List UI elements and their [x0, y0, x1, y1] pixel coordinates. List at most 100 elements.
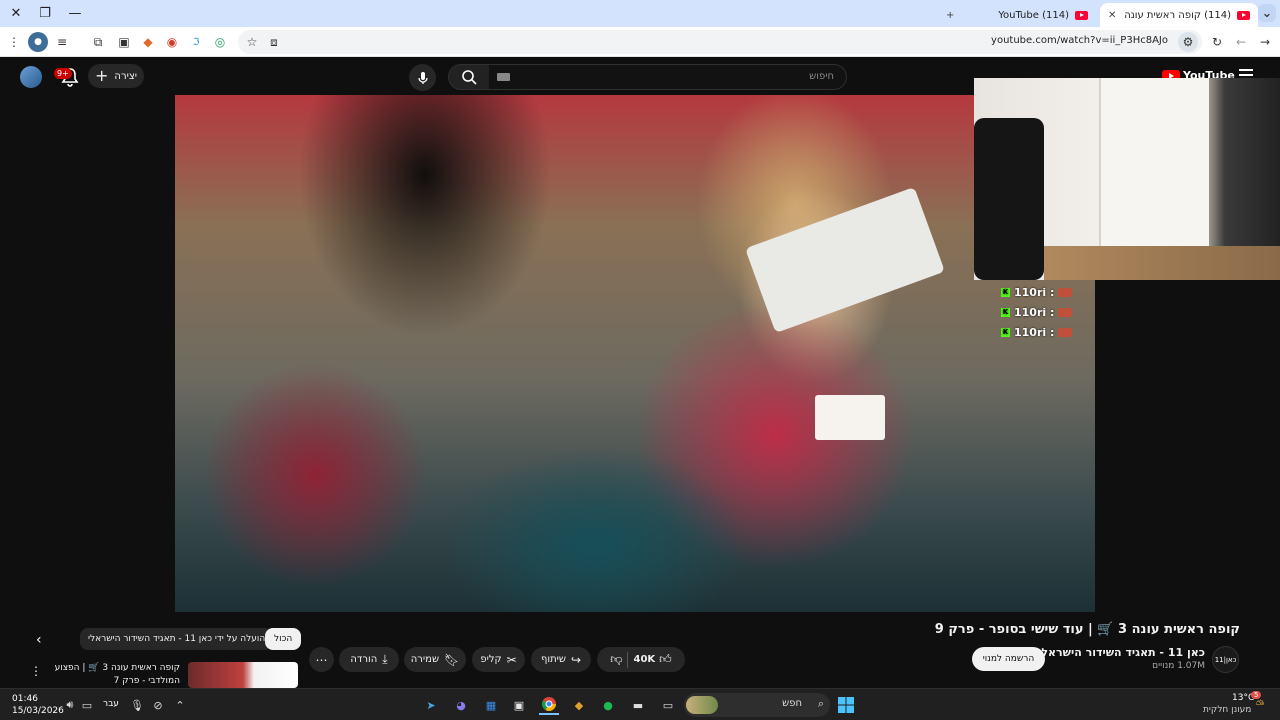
download-button[interactable]: ⤓ הורדה — [339, 647, 399, 672]
taskbar-apps-icon[interactable]: ▦ — [481, 695, 501, 715]
taskbar-chrome-icon[interactable] — [539, 695, 559, 715]
extension-blue-icon[interactable]: ℑ — [186, 32, 206, 52]
tab-title: (114) YouTube — [998, 9, 1069, 21]
windows-taskbar: 01:46 15/03/2026 🔊︎ ▭ עבר 🎙︎ ⊘ ⌃ ➤ ◕ ▦ ▣… — [0, 688, 1280, 720]
share-label: שיתוף — [540, 654, 566, 665]
like-count: 40K — [633, 654, 656, 665]
taskbar-telegram-icon[interactable]: ➤ — [421, 695, 441, 715]
close-tab-icon[interactable]: ✕ — [1108, 10, 1116, 21]
chat-line: K 110ri : — [1001, 286, 1073, 299]
back-icon[interactable]: → — [1255, 32, 1275, 52]
clock-time[interactable]: 01:46 — [12, 694, 38, 704]
like-button[interactable]: 👍︎ 40K — [633, 652, 671, 667]
webcam-overlay — [974, 78, 1280, 280]
related-video-thumbnail[interactable] — [188, 662, 298, 688]
download-icon: ⤓ — [382, 652, 388, 666]
tab-search-icon[interactable]: ⌄ — [1258, 4, 1276, 22]
site-settings-icon[interactable]: ⚙ — [1178, 32, 1198, 52]
reading-list-icon[interactable]: ≡ — [52, 32, 72, 52]
chip-all[interactable]: הכול — [265, 628, 302, 650]
bookmark-star-icon[interactable]: ☆ — [242, 32, 262, 52]
browser-tab-strip: ✕ ❐ — (114) קופה ראשית עונה 3 🛒 | עוד שי… — [0, 0, 1280, 27]
channel-avatar[interactable]: כאן|11 — [1212, 646, 1239, 673]
emote-icon — [1058, 328, 1073, 337]
search-icon: ⌕ — [817, 697, 824, 710]
kick-icon: K — [1001, 288, 1010, 297]
like-dislike-group: 👍︎ 40K 👎︎ — [597, 647, 685, 672]
subscribe-button[interactable]: הרשמה למנוי — [972, 647, 1045, 671]
browser-menu-icon[interactable]: ⋮ — [4, 32, 24, 52]
input-language[interactable]: עבר — [103, 699, 119, 709]
taskbar-app2-icon[interactable]: ◆ — [569, 695, 589, 715]
taskbar-discord-icon[interactable]: ◕ — [451, 695, 471, 715]
extensions-icon[interactable]: ⧉ — [88, 32, 108, 52]
weather-description[interactable]: מעונן חלקית — [1203, 705, 1251, 715]
start-button[interactable] — [836, 695, 856, 715]
chat-line: K 110ri : — [1001, 306, 1073, 319]
close-window-icon[interactable]: ✕ — [4, 3, 28, 23]
account-avatar[interactable] — [20, 66, 42, 88]
windows-logo-icon — [838, 697, 854, 713]
reload-icon[interactable]: ↻ — [1207, 32, 1227, 52]
search-input[interactable]: חיפוש — [489, 64, 847, 90]
share-button[interactable]: ↪ שיתוף — [531, 647, 591, 672]
webcam-floor — [1044, 246, 1280, 280]
dislike-button[interactable]: 👎︎ — [610, 652, 622, 667]
emote-icon — [1058, 308, 1073, 317]
url-text: youtube.com/watch?v=ii_P3Hc8AJo — [991, 35, 1168, 46]
profile-icon[interactable]: ● — [28, 32, 48, 52]
youtube-favicon-icon — [1075, 10, 1088, 20]
extension-green-icon[interactable]: ◎ — [210, 32, 230, 52]
display-icon[interactable]: ▭ — [77, 695, 97, 715]
webcam-chair — [974, 118, 1044, 280]
search-button[interactable] — [448, 64, 490, 90]
tray-overflow-icon[interactable]: ⌃ — [170, 695, 190, 715]
network-off-icon[interactable]: ⊘ — [148, 695, 168, 715]
more-actions-icon[interactable]: ⋯ — [309, 647, 334, 672]
plus-icon: + — [95, 66, 109, 85]
new-tab-button[interactable]: + — [946, 10, 954, 21]
minimize-window-icon[interactable]: — — [63, 3, 87, 23]
download-label: הורדה — [350, 654, 378, 665]
taskbar-terminal-icon[interactable]: ▬ — [628, 695, 648, 715]
extension-red-icon[interactable]: ◉ — [162, 32, 182, 52]
chip-uploaded-by[interactable]: הועלה על ידי כאן 11 - תאגיד השידור הישרא… — [80, 628, 274, 650]
taskbar-spotify-icon[interactable]: ● — [598, 695, 618, 715]
extension-screen-icon[interactable]: ▣ — [114, 32, 134, 52]
video-player[interactable] — [175, 95, 1095, 612]
microphone-tray-icon[interactable]: 🎙︎ — [127, 695, 147, 715]
keyboard-icon[interactable] — [497, 73, 510, 81]
search-placeholder: חיפוש — [809, 71, 834, 82]
clip-button[interactable]: ✂ קליפ — [472, 647, 525, 672]
clock-date[interactable]: 15/03/2026 — [12, 706, 64, 716]
create-label: יצירה — [114, 70, 137, 82]
chips-prev-icon[interactable]: ‹ — [36, 632, 56, 652]
taskbar-search[interactable]: חפש ⌕ — [684, 693, 830, 717]
tab-youtube-home[interactable]: (114) YouTube + — [938, 3, 1096, 27]
save-button[interactable]: 🔖︎ שמירה — [404, 647, 466, 672]
address-bar[interactable]: ☆ ⧈ youtube.com/watch?v=ii_P3Hc8AJo ⚙ — [238, 30, 1202, 54]
browser-toolbar: ⋮ ● ≡ ⧉ ▣ ◆ ◉ ℑ ◎ ☆ ⧈ youtube.com/watch?… — [0, 27, 1280, 57]
install-app-icon[interactable]: ⧈ — [264, 32, 284, 52]
maximize-window-icon[interactable]: ❐ — [33, 3, 57, 23]
kick-icon: K — [1001, 308, 1010, 317]
kick-icon: K — [1001, 328, 1010, 337]
taskbar-app-icon[interactable]: ▣ — [509, 695, 529, 715]
forward-icon[interactable]: ← — [1231, 32, 1251, 52]
search-highlight-image — [686, 696, 718, 714]
tab-video[interactable]: (114) קופה ראשית עונה 3 🛒 | עוד שישי בסו… — [1100, 3, 1258, 27]
channel-name-text: כאן 11 - תאגיד השידור הישראלי — [1038, 646, 1205, 659]
bookmark-icon: 🔖︎ — [444, 652, 460, 667]
related-more-icon[interactable]: ⋮ — [30, 664, 42, 678]
create-button[interactable]: + יצירה — [88, 64, 144, 88]
notification-badge: 9+ — [54, 68, 72, 79]
taskbar-search-text: חפש — [782, 698, 802, 709]
channel-name[interactable]: כאן 11 - תאגיד השידור הישראלי ● — [1026, 646, 1205, 659]
extension-orange-icon[interactable]: ◆ — [138, 32, 158, 52]
webcam-door — [1099, 78, 1209, 253]
voice-search-button[interactable] — [409, 64, 436, 91]
save-label: שמירה — [410, 654, 440, 665]
video-frame-nametag — [815, 395, 885, 440]
related-video-title[interactable]: קופה ראשית עונה 3 🛒 | הפצוע המולדבי - פר… — [50, 662, 180, 688]
taskbar-files-icon[interactable]: ▭ — [658, 695, 678, 715]
